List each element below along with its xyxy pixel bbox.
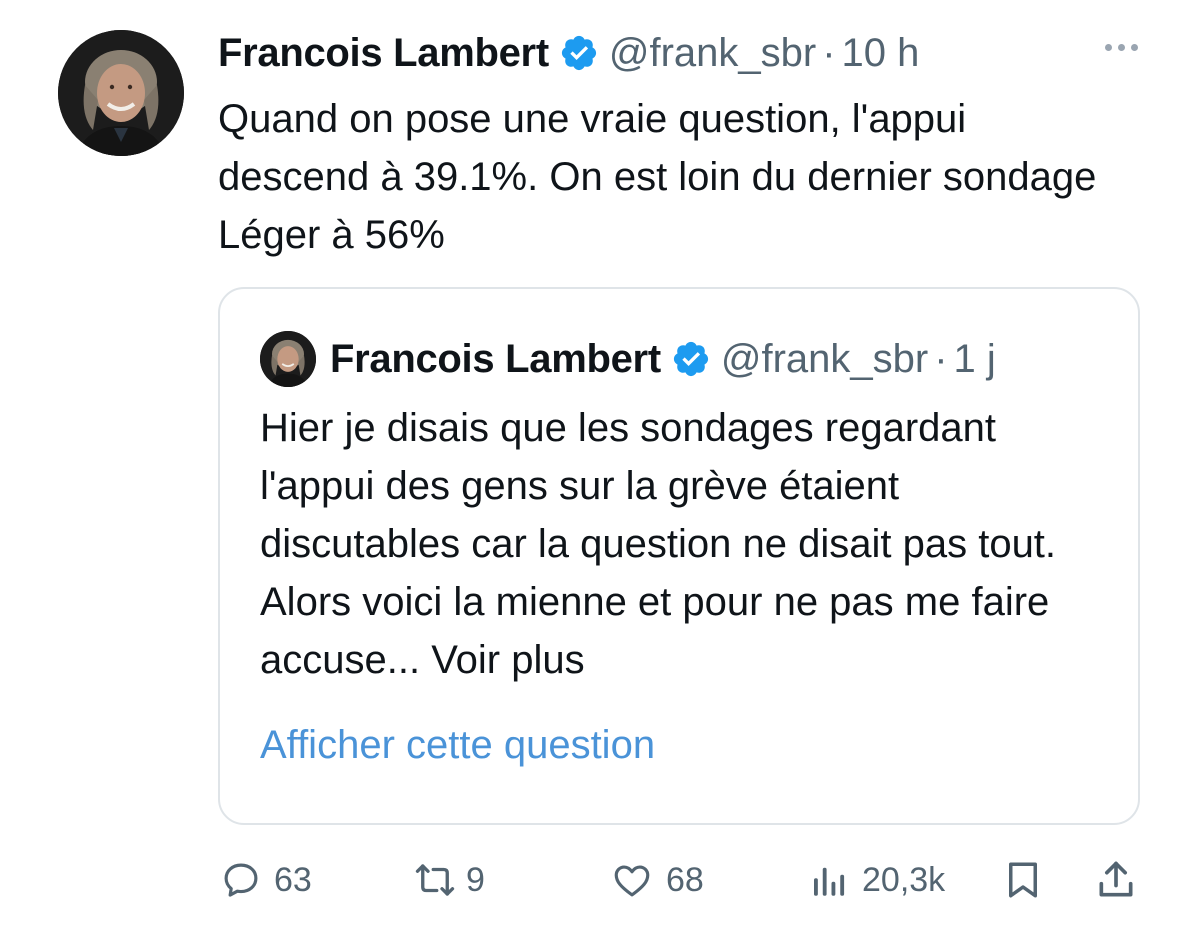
reply-button[interactable]: 63 — [220, 852, 312, 908]
quoted-timestamp: 1 j — [953, 336, 996, 381]
like-count: 68 — [666, 860, 704, 899]
retweet-button[interactable]: 9 — [410, 852, 485, 908]
verified-badge-icon — [671, 339, 711, 379]
view-count: 20,3k — [862, 860, 946, 899]
more-dots-icon[interactable] — [1105, 44, 1138, 51]
timestamp[interactable]: 10 h — [842, 31, 920, 76]
quoted-author-name: Francois Lambert — [330, 336, 661, 381]
bar-chart-icon — [806, 859, 850, 901]
quoted-tweet-text: Hier je disais que les sondages regardan… — [260, 406, 1057, 682]
bookmark-icon — [1002, 858, 1044, 902]
tweet-action-bar: 63 9 68 20,3k — [0, 852, 1200, 908]
author-handle[interactable]: @frank_sbr — [609, 31, 816, 76]
author-name[interactable]: Francois Lambert — [218, 31, 549, 76]
author-avatar[interactable] — [58, 30, 184, 156]
retweet-icon — [410, 859, 460, 901]
separator: · — [934, 336, 948, 381]
verified-badge-icon[interactable] — [559, 33, 599, 73]
views-button[interactable]: 20,3k — [806, 852, 945, 908]
share-upload-icon — [1094, 858, 1138, 902]
tweet-text: Quand on pose une vraie question, l'appu… — [218, 97, 1097, 257]
retweet-count: 9 — [466, 860, 485, 899]
show-question-link[interactable]: Afficher cette question — [260, 723, 655, 768]
bookmark-button[interactable] — [1002, 852, 1044, 908]
share-button[interactable] — [1094, 852, 1138, 908]
heart-icon — [610, 859, 654, 901]
quoted-author-avatar — [260, 331, 316, 387]
reply-bubble-icon — [220, 859, 262, 901]
quoted-tweet-header: Francois Lambert @frank_sbr · 1 j — [260, 329, 996, 389]
tweet-header: Francois Lambert @frank_sbr · 10 h — [218, 24, 919, 82]
quoted-author-handle: @frank_sbr — [720, 336, 929, 381]
quoted-tweet-card[interactable]: Francois Lambert @frank_sbr · 1 j Hier j… — [218, 287, 1140, 825]
separator: · — [822, 30, 836, 75]
like-button[interactable]: 68 — [610, 852, 704, 908]
reply-count: 63 — [274, 860, 312, 899]
